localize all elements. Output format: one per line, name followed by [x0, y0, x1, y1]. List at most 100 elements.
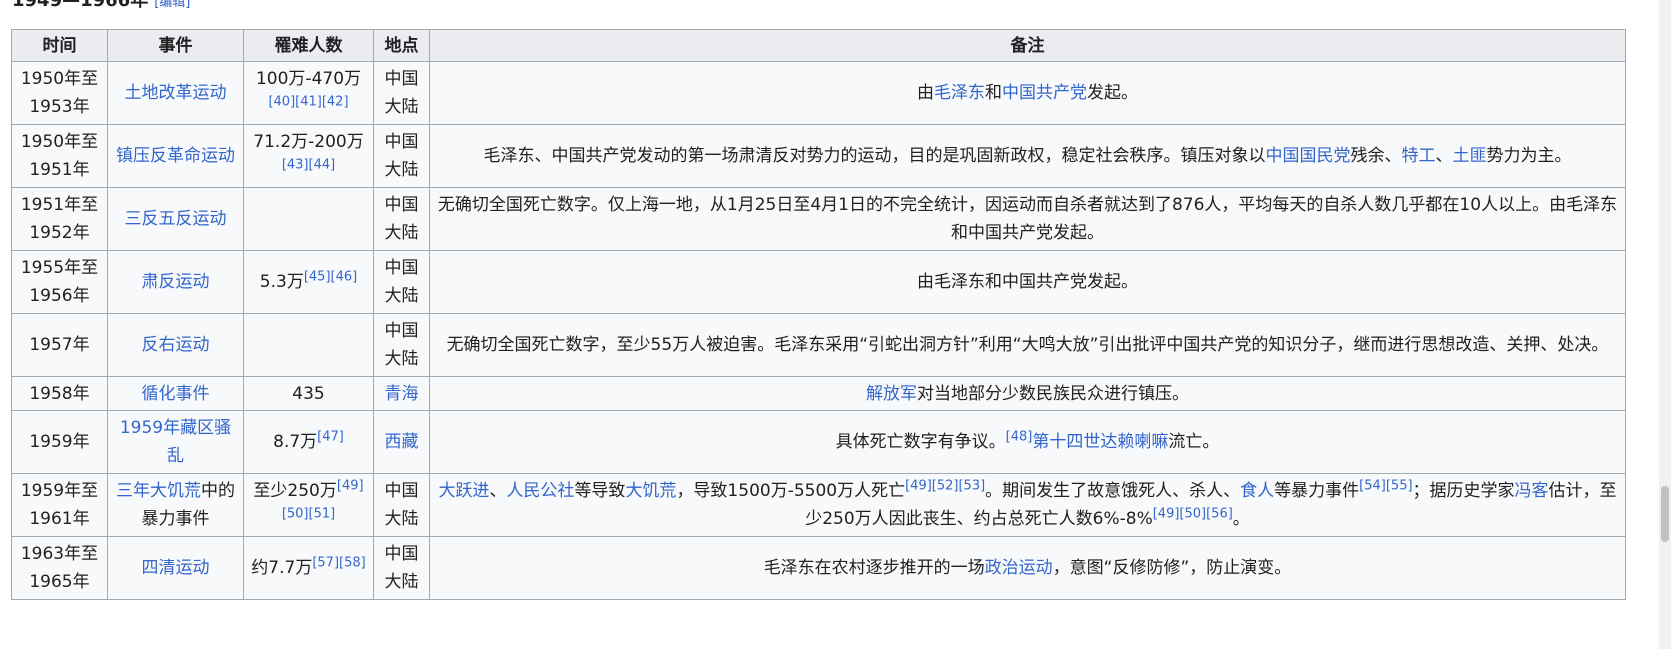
deaths-text: 435	[292, 383, 325, 404]
citation-ref[interactable]: [47]	[317, 429, 344, 444]
cell-event: 四清运动	[107, 536, 244, 600]
note-text: 、	[489, 481, 507, 501]
note-text: 、	[1435, 146, 1453, 166]
cell-place: 中国大陆	[373, 124, 430, 188]
note-link[interactable]: 大饥荒	[625, 481, 676, 501]
place-text: 中国大陆	[384, 481, 419, 529]
place-text: 中国大陆	[384, 258, 419, 306]
event-link[interactable]: 肃反运动	[142, 272, 210, 292]
event-link[interactable]: 三反五反运动	[125, 209, 227, 229]
citation-ref[interactable]: [43][44]	[282, 157, 335, 172]
cell-note: 毛泽东在农村逐步推开的一场政治运动，意图“反修防修”，防止演变。	[429, 536, 1626, 600]
table-header-row: 时间 事件 罹难人数 地点 备注	[11, 29, 1626, 62]
cell-event: 反右运动	[107, 313, 244, 377]
page-scrollbar[interactable]	[1659, 0, 1671, 649]
note-text: 对当地部分少数民族民众进行镇压。	[917, 383, 1189, 404]
header-place: 地点	[373, 29, 430, 62]
note-text: 毛泽东、中国共产党发动的第一场肃清反对势力的运动，目的是巩固新政权，稳定社会秩序…	[483, 146, 1266, 166]
cell-time: 1951年至1952年	[11, 187, 108, 251]
note-text: 等暴力事件	[1274, 481, 1360, 501]
note-text: 发起。	[1087, 83, 1138, 103]
event-link[interactable]: 循化事件	[142, 384, 210, 404]
cell-time: 1963年至1965年	[11, 536, 108, 600]
table-row: 1959年 1959年藏区骚乱 8.7万[47] 西藏 具体死亡数字有争议。[48]第十…	[11, 410, 1626, 474]
cell-deaths	[243, 313, 374, 377]
section-heading: 1949—1966年 [编辑]	[12, 0, 190, 12]
note-text: 和	[985, 83, 1002, 103]
note-link[interactable]: 中国共产党	[1002, 83, 1087, 103]
note-text: ，意图“反修防修”，防止演变。	[1052, 558, 1292, 578]
cell-event: 三年大饥荒中的暴力事件	[107, 473, 244, 537]
header-time: 时间	[11, 29, 108, 62]
citation-ref[interactable]: [48]	[1006, 429, 1033, 444]
deaths-text: 100万-470万	[255, 69, 362, 89]
event-link[interactable]: 四清运动	[142, 558, 210, 578]
note-link[interactable]: 政治运动	[985, 558, 1053, 578]
note-text: 具体死亡数字有争议。	[835, 432, 1006, 452]
cell-place: 中国大陆	[373, 313, 430, 377]
cell-place: 中国大陆	[373, 187, 430, 251]
citation-ref[interactable]: [49][50][56]	[1153, 506, 1233, 521]
note-text: 由	[917, 83, 934, 103]
citation-ref[interactable]: [40][41][42]	[268, 94, 348, 109]
cell-time: 1950年至1953年	[11, 61, 108, 125]
scrollbar-thumb[interactable]	[1661, 486, 1669, 542]
cell-place: 中国大陆	[373, 473, 430, 537]
note-link[interactable]: 解放军	[866, 384, 917, 404]
cell-time: 1959年至1961年	[11, 473, 108, 537]
cell-time: 1958年	[11, 376, 108, 411]
note-text: 由毛泽东和中国共产党发起。	[917, 272, 1138, 292]
cell-note: 大跃进、人民公社等导致大饥荒，导致1500万-5500万人死亡[49][52][…	[429, 473, 1626, 537]
deaths-text: 至少250万	[253, 481, 337, 501]
place-text: 中国大陆	[384, 69, 419, 117]
cell-note: 无确切全国死亡数字，至少55万人被迫害。毛泽东采用“引蛇出洞方针”利用“大鸣大放…	[429, 313, 1626, 377]
note-text: 等导致	[574, 481, 626, 501]
event-link[interactable]: 土地改革运动	[125, 83, 227, 103]
citation-ref[interactable]: [49][52][53]	[905, 478, 985, 493]
header-event: 事件	[107, 29, 244, 62]
citation-ref[interactable]: [54][55]	[1359, 478, 1412, 493]
cell-place: 西藏	[373, 410, 430, 474]
cell-deaths	[243, 187, 374, 251]
note-link[interactable]: 第十四世达赖喇嘛	[1032, 432, 1168, 452]
citation-ref[interactable]: [45][46]	[304, 269, 357, 284]
deaths-text: 71.2万-200万	[253, 132, 364, 152]
section-heading-text: 1949—1966年	[12, 0, 149, 11]
cell-note: 由毛泽东和中国共产党发起。	[429, 250, 1626, 314]
header-deaths: 罹难人数	[243, 29, 374, 62]
note-link[interactable]: 特工	[1402, 146, 1436, 166]
cell-deaths: 435	[243, 376, 374, 411]
note-link[interactable]: 土匪	[1453, 146, 1487, 166]
note-text: 毛泽东在农村逐步推开的一场	[763, 558, 985, 578]
note-link[interactable]: 食人	[1240, 481, 1274, 501]
citation-ref[interactable]: [57][58]	[312, 555, 365, 570]
edit-section-link[interactable]: [编辑]	[154, 0, 190, 10]
table-body: 1950年至1953年 土地改革运动 100万-470万 [40][41][42] 中国…	[11, 61, 1626, 600]
note-link[interactable]: 大跃进	[438, 481, 489, 501]
table-row: 1951年至1952年 三反五反运动 中国大陆 无确切全国死亡数字。仅上海一地，从1月…	[11, 187, 1626, 251]
place-link[interactable]: 青海	[385, 384, 419, 404]
event-link[interactable]: 1959年藏区骚乱	[120, 418, 231, 466]
table-row: 1955年至1956年 肃反运动 5.3万[45][46] 中国大陆 由毛泽东和中国共产…	[11, 250, 1626, 314]
cell-time: 1950年至1951年	[11, 124, 108, 188]
note-text: 。	[1232, 509, 1250, 529]
cell-event: 1959年藏区骚乱	[107, 410, 244, 474]
cell-note: 解放军对当地部分少数民族民众进行镇压。	[429, 376, 1626, 411]
place-link[interactable]: 西藏	[385, 432, 419, 452]
cell-deaths: 约7.7万[57][58]	[243, 536, 374, 600]
note-text: 势力为主。	[1486, 146, 1572, 166]
note-link[interactable]: 中国国民党	[1266, 146, 1351, 166]
table-row: 1963年至1965年 四清运动 约7.7万[57][58] 中国大陆 毛泽东在农村逐步…	[11, 536, 1626, 600]
deaths-text: 8.7万	[273, 432, 318, 452]
note-text: 。期间发生了故意饿死人、杀人、	[985, 481, 1241, 501]
note-link[interactable]: 毛泽东	[934, 83, 985, 103]
note-link[interactable]: 冯客	[1515, 481, 1549, 501]
note-link[interactable]: 人民公社	[506, 481, 574, 501]
event-link[interactable]: 镇压反革命运动	[116, 146, 235, 166]
deaths-text: 约7.7万	[251, 558, 313, 578]
header-note: 备注	[429, 29, 1626, 62]
cell-event: 循化事件	[107, 376, 244, 411]
event-link[interactable]: 三年大饥荒	[116, 481, 201, 501]
cell-time: 1959年	[11, 410, 108, 474]
event-link[interactable]: 反右运动	[142, 335, 210, 355]
